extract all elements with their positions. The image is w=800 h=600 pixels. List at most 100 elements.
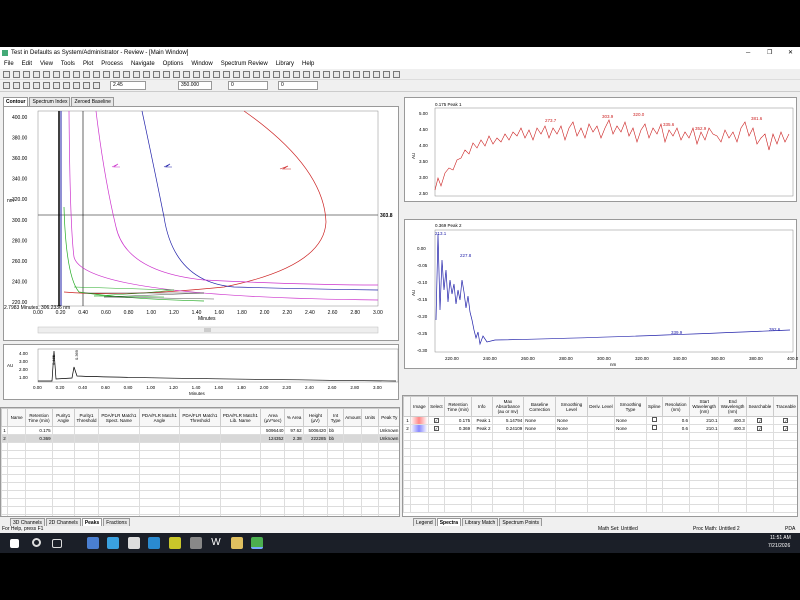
toolbar-button-icon[interactable] <box>243 71 250 78</box>
toolbar-button-icon[interactable] <box>63 71 70 78</box>
menu-options[interactable]: Options <box>159 59 188 69</box>
toolbar-button-icon[interactable] <box>103 71 110 78</box>
toolbar-button-icon[interactable] <box>83 71 90 78</box>
toolbar-button-icon[interactable] <box>363 71 370 78</box>
field-3[interactable]: 0 <box>228 81 268 90</box>
chromatogram-plot[interactable]: 4.00 3.00 2.00 1.00 AU 0.00 0.20 0.40 0.60 0.80 1.… <box>4 345 400 401</box>
toolbar-button-icon[interactable] <box>223 71 230 78</box>
peaks-column-header[interactable]: Int Type <box>326 408 345 427</box>
toolbar-button-icon[interactable] <box>293 71 300 78</box>
toolbar-button-icon[interactable] <box>253 71 260 78</box>
wavelength-field[interactable]: 350.000 <box>178 81 212 90</box>
toolbar-button-icon[interactable] <box>303 71 310 78</box>
menu-process[interactable]: Process <box>97 59 127 69</box>
toolbar2-button-icon[interactable] <box>43 82 50 89</box>
app-taskbar-icon-4[interactable] <box>148 537 160 549</box>
menu-plot[interactable]: Plot <box>79 59 97 69</box>
spectra-column-header[interactable]: Resolution (nm) <box>661 396 690 417</box>
spectra-column-header[interactable]: Max Absorbance (au or mv) <box>491 396 525 417</box>
app-taskbar-icon-1[interactable] <box>87 537 99 549</box>
toolbar-button-icon[interactable] <box>43 71 50 78</box>
toolbar2-button-icon[interactable] <box>63 82 70 89</box>
menu-edit[interactable]: Edit <box>18 59 36 69</box>
tab-spectrum-index[interactable]: Spectrum Index <box>29 97 71 106</box>
tab-zeroed-baseline[interactable]: Zeroed Baseline <box>71 97 114 106</box>
time-field[interactable]: 2.45 <box>110 81 146 90</box>
spectra-column-header[interactable]: Image <box>409 396 429 417</box>
table-row[interactable]: 2 ✓ 0.369 Peak 2 0.24109 None None None 0.6 210.1… <box>403 424 797 433</box>
peaks-column-header[interactable]: Name <box>7 408 27 427</box>
search-icon[interactable] <box>32 538 41 547</box>
empower-taskbar-icon[interactable] <box>251 537 263 549</box>
menu-library[interactable]: Library <box>272 59 298 69</box>
toolbar-button-icon[interactable] <box>353 71 360 78</box>
checkbox[interactable]: ✓ <box>433 418 439 423</box>
table-row[interactable]: 1 0.175 5096440 97.62 5006420 bb Unknown <box>1 426 399 435</box>
spectrum2-plot[interactable]: 0.369 Peak 2 0.00 -0.05 -0.10 -0.15 -0.20 -0.2… <box>405 220 800 370</box>
word-icon[interactable]: W <box>210 537 222 549</box>
spectra-column-header[interactable]: Baseline Correction <box>523 396 557 417</box>
toolbar-button-icon[interactable] <box>273 71 280 78</box>
menu-navigate[interactable]: Navigate <box>127 59 159 69</box>
close-icon[interactable]: ✕ <box>788 47 793 59</box>
peaks-column-header[interactable]: Height (µV) <box>302 408 328 427</box>
spectra-column-header[interactable]: Smoothing Level <box>555 396 588 417</box>
app-taskbar-icon-6[interactable] <box>190 537 202 549</box>
checkbox[interactable]: ✓ <box>757 418 763 423</box>
toolbar-button-icon[interactable] <box>213 71 220 78</box>
spectra-column-header[interactable]: Start Wavelength (nm) <box>688 396 720 417</box>
menu-view[interactable]: View <box>36 59 57 69</box>
app-taskbar-icon-5[interactable] <box>169 537 181 549</box>
peaks-column-header[interactable]: Peak Ty <box>377 408 399 427</box>
spectra-column-header[interactable]: Traceable <box>772 396 797 417</box>
peaks-column-header[interactable]: Area (µV*sec) <box>260 408 286 427</box>
peaks-column-header[interactable]: Purity1 Angle <box>51 408 75 427</box>
spline-checkbox[interactable] <box>651 425 657 430</box>
toolbar2-button-icon[interactable] <box>53 82 60 89</box>
tab-contour[interactable]: Contour <box>3 97 29 106</box>
menu-window[interactable]: Window <box>187 59 216 69</box>
toolbar-button-icon[interactable] <box>333 71 340 78</box>
spectra-column-header[interactable]: Searchable <box>745 396 774 417</box>
menu-help[interactable]: Help <box>298 59 318 69</box>
field-4[interactable]: 0 <box>278 81 318 90</box>
toolbar-button-icon[interactable] <box>383 71 390 78</box>
maximize-icon[interactable]: ❐ <box>767 47 772 59</box>
spectra-column-header[interactable]: Info <box>471 396 493 417</box>
toolbar2-button-icon[interactable] <box>73 82 80 89</box>
toolbar-button-icon[interactable] <box>3 71 10 78</box>
spectra-column-header[interactable]: End Wavelength (nm) <box>718 396 747 417</box>
toolbar-button-icon[interactable] <box>323 71 330 78</box>
toolbar-button-icon[interactable] <box>113 71 120 78</box>
toolbar-button-icon[interactable] <box>23 71 30 78</box>
toolbar-button-icon[interactable] <box>53 71 60 78</box>
toolbar2-button-icon[interactable] <box>93 82 100 89</box>
toolbar-button-icon[interactable] <box>343 71 350 78</box>
windows-start-icon[interactable] <box>10 539 19 548</box>
toolbar-button-icon[interactable] <box>33 71 40 78</box>
toolbar-button-icon[interactable] <box>143 71 150 78</box>
toolbar-button-icon[interactable] <box>233 71 240 78</box>
peaks-column-header[interactable]: PDA/FLR Match1 Lib. Name <box>219 408 262 427</box>
toolbar-button-icon[interactable] <box>163 71 170 78</box>
toolbar-button-icon[interactable] <box>93 71 100 78</box>
toolbar2-button-icon[interactable] <box>13 82 20 89</box>
peaks-column-header[interactable]: Retention Time (min) <box>25 408 53 427</box>
toolbar-button-icon[interactable] <box>203 71 210 78</box>
menu-tools[interactable]: Tools <box>57 59 79 69</box>
toolbar2-button-icon[interactable] <box>23 82 30 89</box>
minimize-icon[interactable]: ─ <box>746 47 750 59</box>
table-row[interactable]: 1 ✓ 0.175 Peak 1 5.14794 None None None 0.6 210.1… <box>403 416 797 425</box>
toolbar2-button-icon[interactable] <box>33 82 40 89</box>
checkbox[interactable]: ✓ <box>433 426 439 431</box>
toolbar2-button-icon[interactable] <box>3 82 10 89</box>
toolbar-button-icon[interactable] <box>193 71 200 78</box>
spectra-column-header[interactable]: Deriv. Level <box>586 396 616 417</box>
peaks-column-header[interactable]: % Area <box>284 408 304 427</box>
spectrum1-plot[interactable]: 0.175 Peak 1 5.00 4.50 4.00 3.50 3.00 2.50 AU 27… <box>405 98 798 203</box>
peaks-column-header[interactable]: Units <box>361 408 379 427</box>
peaks-column-header[interactable]: Purity1 Threshold <box>73 408 100 427</box>
toolbar2-button-icon[interactable] <box>83 82 90 89</box>
toolbar-button-icon[interactable] <box>173 71 180 78</box>
menu-spectrum-review[interactable]: Spectrum Review <box>217 59 272 69</box>
